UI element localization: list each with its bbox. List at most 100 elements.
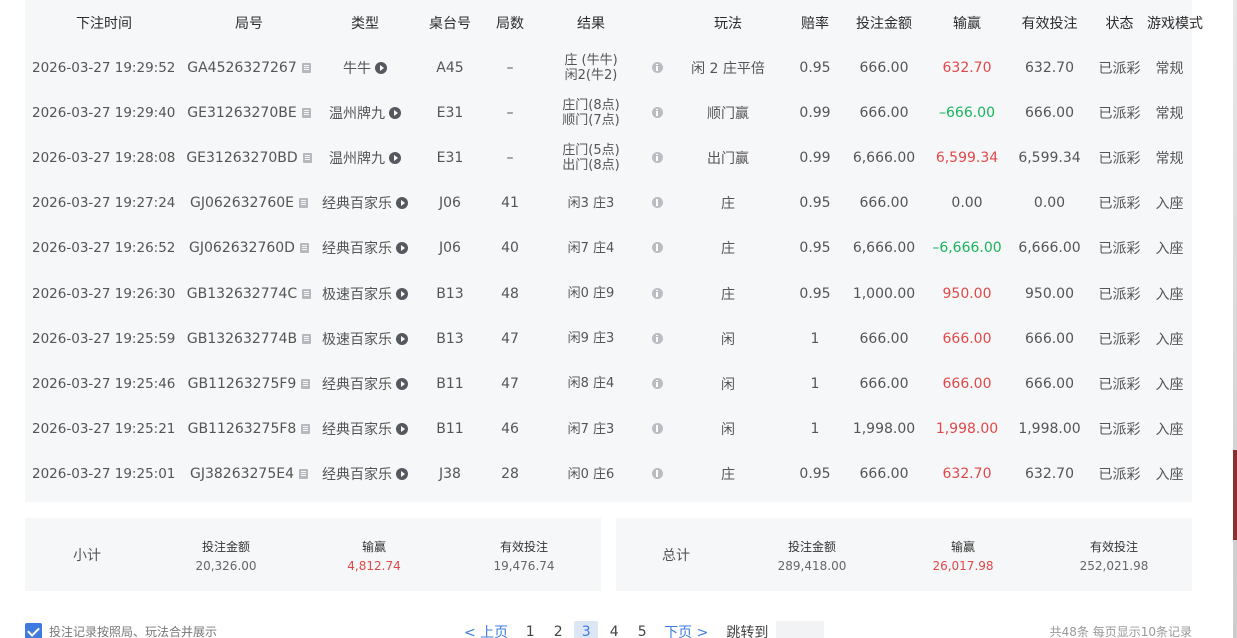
jump-page-input[interactable] <box>776 621 825 638</box>
round-id-cell: GA4526327267 <box>183 45 315 90</box>
info-icon[interactable] <box>651 332 663 344</box>
bet-records-table: 下注时间 局号 类型 桌台号 局数 结果 玩法 赔率 投注金额 输赢 有效投注 状态 游戏模式 2026… <box>25 0 1203 502</box>
odds-cell-text: 0.99 <box>799 104 831 121</box>
page-number-1[interactable]: 1 <box>518 624 542 638</box>
bet-amount-cell-text: 6,666.00 <box>852 240 916 257</box>
info-icon[interactable] <box>651 242 663 254</box>
bet-time-cell: 2026-03-27 19:25:21 <box>25 407 183 452</box>
round-id-cell-text: GE31263270BD <box>186 149 298 166</box>
game-type-cell: 经典百家乐 <box>315 226 415 271</box>
result-cell: 闲8 庄4 <box>535 361 647 406</box>
column-header-9: 投注金额 <box>856 15 912 32</box>
play-type-cell: 庄 <box>667 271 789 316</box>
bet-time-cell: 2026-03-27 19:26:30 <box>25 271 183 316</box>
table-id-cell-text: J38 <box>439 466 461 483</box>
play-replay-icon[interactable] <box>396 332 408 345</box>
odds-cell-text: 0.95 <box>799 59 831 76</box>
total-win: 输赢 26,017.98 <box>908 538 1018 573</box>
window-edge-scrollbar[interactable] <box>1233 0 1237 638</box>
result-line: 闲9 庄3 <box>567 331 615 347</box>
table-id-cell: E31 <box>415 90 485 135</box>
info-icon[interactable] <box>651 423 663 435</box>
play-type-cell: 庄 <box>667 226 789 271</box>
result-line: 庄门(8点) <box>562 97 620 113</box>
total-valid-label: 有效投注 <box>1089 540 1138 554</box>
bet-amount-cell: 666.00 <box>841 361 927 406</box>
bet-time-cell-text: 2026-03-27 19:28:08 <box>32 149 176 166</box>
info-icon[interactable] <box>651 468 663 480</box>
copy-icon[interactable] <box>301 424 311 435</box>
copy-icon[interactable] <box>302 333 312 344</box>
play-replay-icon[interactable] <box>396 197 408 210</box>
subtotal-win-label: 输赢 <box>361 540 386 554</box>
bet-time-cell-text: 2026-03-27 19:25:01 <box>32 466 176 483</box>
result-info-cell <box>647 452 667 497</box>
game-mode-cell: 入座 <box>1147 361 1192 406</box>
play-type-cell-text: 闲 <box>721 422 735 439</box>
bet-amount-cell-text: 666.00 <box>859 466 909 483</box>
game-type-cell: 经典百家乐 <box>315 407 415 452</box>
next-page-link[interactable]: 下页 > <box>664 622 708 638</box>
copy-icon[interactable] <box>299 469 308 480</box>
bet-time-cell: 2026-03-27 19:29:40 <box>25 90 183 135</box>
table-id-cell: B11 <box>415 361 485 406</box>
info-icon[interactable] <box>651 377 663 389</box>
copy-icon[interactable] <box>302 152 312 163</box>
info-icon[interactable] <box>651 151 663 163</box>
status-cell-text: 已派彩 <box>1098 196 1141 213</box>
play-type-cell: 顺门赢 <box>667 90 789 135</box>
round-id-cell-text: GJ062632760E <box>190 195 294 212</box>
page-number-4[interactable]: 4 <box>602 624 626 638</box>
play-replay-icon[interactable] <box>396 423 408 436</box>
play-replay-icon[interactable] <box>396 468 408 481</box>
play-replay-icon[interactable] <box>396 242 408 255</box>
round-id-cell-text: GJ062632760D <box>189 240 295 257</box>
game-mode-cell-text: 入座 <box>1155 241 1184 258</box>
play-replay-icon[interactable] <box>389 106 401 119</box>
round-count-cell: – <box>485 45 535 90</box>
page-number-2[interactable]: 2 <box>546 624 570 638</box>
info-icon[interactable] <box>651 106 663 118</box>
total-label: 总计 <box>662 548 690 564</box>
game-type-cell: 经典百家乐 <box>315 361 415 406</box>
copy-icon[interactable] <box>301 378 311 389</box>
result-info-cell <box>647 90 667 135</box>
merge-display-checkbox[interactable] <box>25 623 42 638</box>
play-replay-icon[interactable] <box>389 151 401 164</box>
result-cell: 庄门(5点) 出门(8点) <box>535 135 647 180</box>
table-row: 2026-03-27 19:27:24 GJ062632760E 经典百家乐 J06 4… <box>25 181 1192 226</box>
play-replay-icon[interactable] <box>396 377 408 390</box>
odds-cell-text: 0.95 <box>799 466 831 483</box>
page-number-5[interactable]: 5 <box>630 624 654 638</box>
valid-bet-cell: 950.00 <box>1007 271 1092 316</box>
game-type-cell-text: 经典百家乐 <box>322 376 392 393</box>
bet-amount-cell-text: 6,666.00 <box>852 149 916 166</box>
win-loss-cell: –666.00 <box>927 90 1007 135</box>
game-type-cell: 极速百家乐 <box>315 271 415 316</box>
subtotal-bet-label: 投注金额 <box>201 540 250 554</box>
info-icon[interactable] <box>651 287 663 299</box>
game-type-cell-text: 温州牌九 <box>329 105 385 122</box>
valid-bet-cell-text: 666.00 <box>1025 330 1074 347</box>
bet-amount-cell: 1,000.00 <box>841 271 927 316</box>
copy-icon[interactable] <box>299 198 308 209</box>
bet-amount-cell: 666.00 <box>841 316 927 361</box>
bet-time-cell: 2026-03-27 19:25:59 <box>25 316 183 361</box>
info-icon[interactable] <box>651 197 663 209</box>
table-id-cell: B13 <box>415 271 485 316</box>
round-count-cell: 28 <box>485 452 535 497</box>
page-number-3[interactable]: 3 <box>574 621 599 638</box>
total-bet-label: 投注金额 <box>787 540 836 554</box>
copy-icon[interactable] <box>301 107 311 118</box>
game-type-cell: 极速百家乐 <box>315 316 415 361</box>
table-row: 2026-03-27 19:28:08 GE31263270BD 温州牌九 E31 – 庄… <box>25 135 1192 180</box>
play-replay-icon[interactable] <box>396 287 408 300</box>
info-icon[interactable] <box>651 61 663 73</box>
prev-page-link[interactable]: < 上页 <box>464 622 508 638</box>
copy-icon[interactable] <box>299 243 309 254</box>
play-type-cell: 闲 <box>667 316 789 361</box>
play-replay-icon[interactable] <box>375 61 387 74</box>
game-mode-cell-text: 常规 <box>1155 60 1184 77</box>
copy-icon[interactable] <box>301 62 311 73</box>
copy-icon[interactable] <box>302 288 312 299</box>
